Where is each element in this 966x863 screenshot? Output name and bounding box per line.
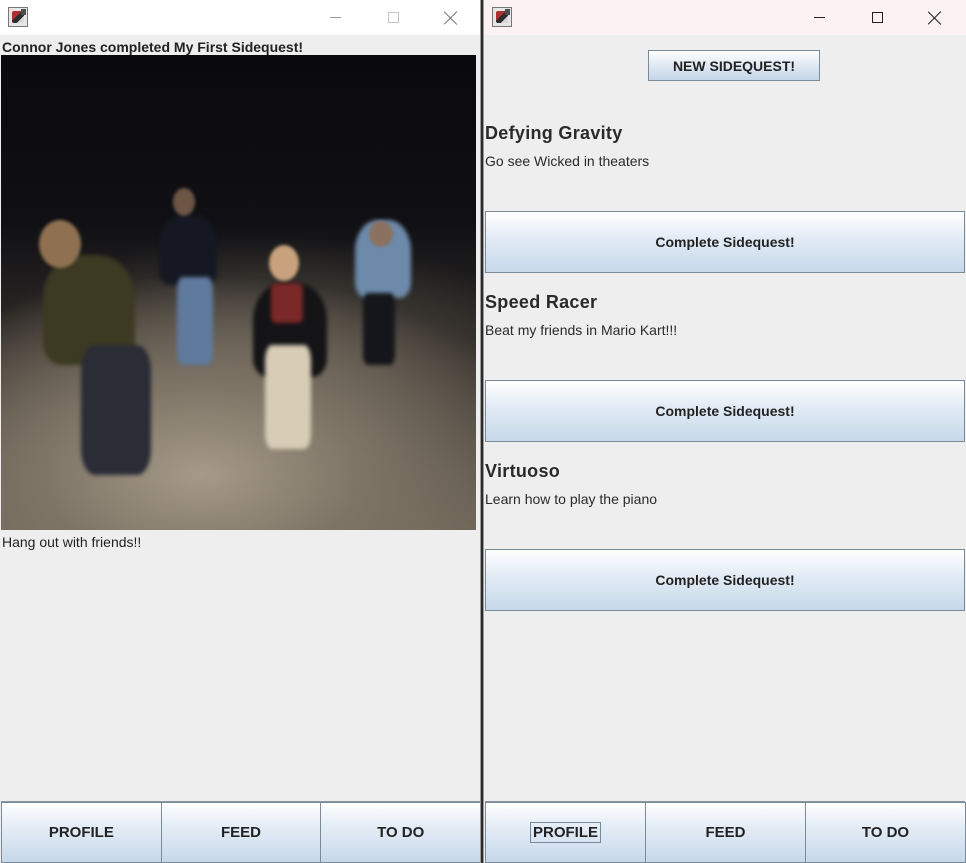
todo-window: NEW SIDEQUEST! Defying Gravity Go see Wi…: [483, 0, 966, 863]
java-app-icon[interactable]: [8, 7, 28, 27]
close-icon: [444, 11, 458, 25]
quest-description: Learn how to play the piano: [485, 491, 658, 507]
feed-window: Connor Jones completed My First Sideques…: [0, 0, 481, 863]
quest-description: Go see Wicked in theaters: [485, 153, 650, 169]
maximize-button[interactable]: [854, 0, 900, 35]
bottom-nav: PROFILE FEED TO DO: [485, 801, 966, 863]
nav-feed-button[interactable]: FEED: [645, 802, 806, 863]
minimize-button[interactable]: [312, 0, 358, 35]
minimize-button[interactable]: [796, 0, 842, 35]
new-sidequest-button[interactable]: NEW SIDEQUEST!: [648, 50, 820, 81]
minimize-icon: [329, 17, 341, 18]
complete-sidequest-button[interactable]: Complete Sidequest!: [485, 211, 965, 273]
nav-todo-label: TO DO: [861, 824, 910, 841]
minimize-icon: [813, 17, 825, 18]
nav-feed-button[interactable]: FEED: [160, 802, 322, 863]
close-button[interactable]: [912, 0, 958, 35]
java-app-icon[interactable]: [492, 7, 512, 27]
close-icon: [928, 11, 942, 25]
nav-profile-label: PROFILE: [48, 824, 114, 841]
post-photo: [1, 55, 476, 530]
nav-feed-label: FEED: [221, 824, 262, 841]
nav-profile-button[interactable]: PROFILE: [1, 802, 162, 863]
quest-title: Virtuoso: [485, 461, 561, 481]
quest-title: Defying Gravity: [485, 123, 623, 143]
nav-feed-label: FEED: [705, 824, 746, 841]
quest-title: Speed Racer: [485, 292, 598, 312]
bottom-nav: PROFILE FEED TO DO: [1, 801, 480, 863]
maximize-icon: [871, 12, 883, 23]
quest-description: Beat my friends in Mario Kart!!!: [485, 322, 678, 338]
complete-sidequest-button[interactable]: Complete Sidequest!: [485, 380, 965, 442]
nav-profile-label: PROFILE: [529, 822, 602, 843]
nav-todo-label: TO DO: [377, 824, 425, 841]
post-header: Connor Jones completed My First Sideques…: [2, 39, 304, 55]
complete-sidequest-button[interactable]: Complete Sidequest!: [485, 549, 965, 611]
nav-todo-button[interactable]: TO DO: [320, 802, 480, 863]
title-bar[interactable]: [484, 0, 966, 35]
nav-profile-button[interactable]: PROFILE: [485, 802, 646, 863]
close-button[interactable]: [428, 0, 474, 35]
nav-todo-button[interactable]: TO DO: [805, 802, 966, 863]
title-bar[interactable]: [0, 0, 480, 35]
maximize-button[interactable]: [370, 0, 416, 35]
post-caption: Hang out with friends!!: [2, 534, 142, 550]
maximize-icon: [387, 12, 399, 23]
